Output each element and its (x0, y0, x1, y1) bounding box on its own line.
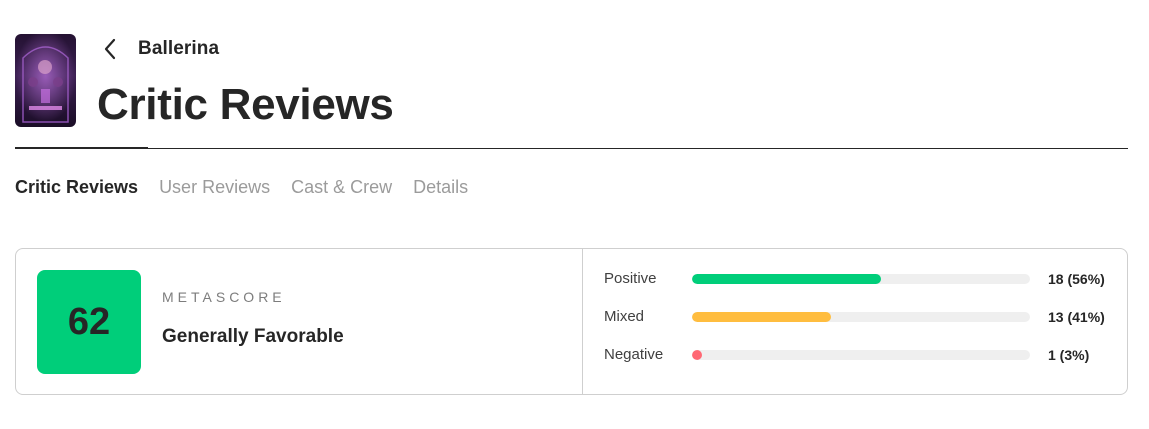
tab-divider (15, 148, 1128, 149)
metascore-label: METASCORE (162, 289, 286, 305)
distribution-count: 18 (56%) (1048, 271, 1105, 287)
metascore-value: 62 (67, 300, 111, 343)
distribution-label: Mixed (604, 308, 645, 325)
page-title: Critic Reviews (97, 80, 394, 129)
distribution-row-positive: Positive 18 (56%) (604, 269, 1124, 289)
distribution-label: Negative (604, 346, 664, 363)
movie-poster[interactable] (15, 34, 76, 127)
distribution-track (692, 274, 1030, 284)
distribution-count: 1 (3%) (1048, 347, 1090, 363)
back-link[interactable]: Ballerina (104, 36, 219, 62)
tab-bar: Critic Reviews User Reviews Cast & Crew … (15, 175, 489, 199)
tab-critic-reviews[interactable]: Critic Reviews (15, 175, 138, 199)
distribution-bar-mixed (692, 312, 831, 322)
distribution-bar-negative (692, 350, 702, 360)
distribution-row-mixed: Mixed 13 (41%) (604, 307, 1124, 327)
metascore-badge: 62 (37, 270, 141, 374)
tab-cast-crew[interactable]: Cast & Crew (291, 175, 392, 199)
active-tab-indicator (15, 147, 148, 149)
tab-user-reviews[interactable]: User Reviews (159, 175, 270, 199)
distribution-count: 13 (41%) (1048, 309, 1105, 325)
metascore-card: 62 METASCORE Generally Favorable Positiv… (15, 248, 1128, 395)
chevron-left-icon (104, 36, 118, 62)
distribution-track (692, 350, 1030, 360)
tab-details[interactable]: Details (413, 175, 468, 199)
movie-title: Ballerina (138, 38, 220, 59)
card-divider (582, 249, 583, 394)
metascore-description: Generally Favorable (162, 326, 344, 347)
distribution-bar-positive (692, 274, 881, 284)
distribution-label: Positive (604, 270, 657, 287)
distribution-row-negative: Negative 1 (3%) (604, 345, 1124, 365)
poster-image (15, 34, 76, 127)
distribution-track (692, 312, 1030, 322)
